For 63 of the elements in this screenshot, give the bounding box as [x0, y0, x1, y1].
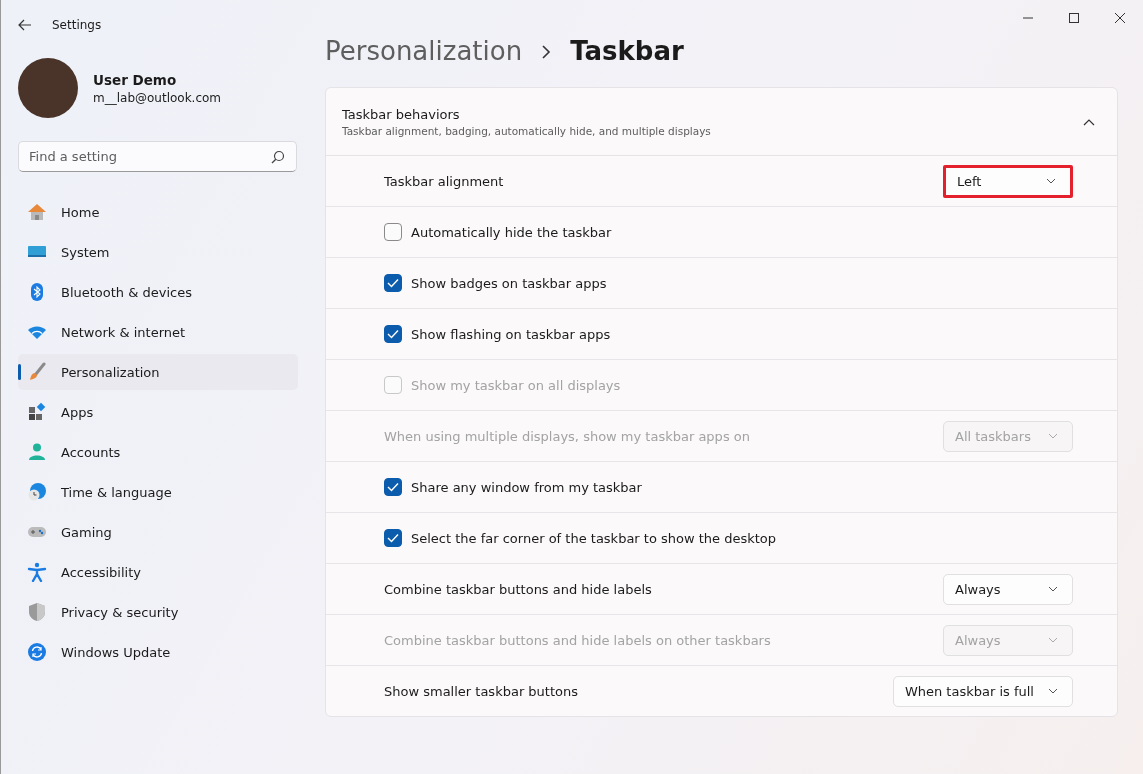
chevron-down-icon [1048, 586, 1058, 592]
setting-label: Taskbar alignment [384, 173, 504, 189]
apps-icon [27, 402, 47, 422]
section-subtitle: Taskbar alignment, badging, automatically hide, and multiple displays [342, 124, 712, 137]
setting-label: Combine taskbar buttons and hide labels [384, 581, 652, 597]
checkbox[interactable] [384, 325, 402, 343]
sidebar-item[interactable]: Apps [18, 394, 298, 430]
sidebar-item[interactable]: Time & language [18, 474, 298, 510]
checkbox-label: Show flashing on taskbar apps [411, 326, 611, 342]
checkbox-label: Share any window from my taskbar [411, 479, 642, 495]
paintbrush-icon [27, 362, 47, 382]
dropdown[interactable]: Always [943, 573, 1073, 605]
checkbox-label: Automatically hide the taskbar [411, 224, 612, 240]
maximize-icon [1068, 12, 1080, 24]
search-icon [271, 150, 285, 164]
accessibility-icon [27, 562, 47, 582]
chevron-down-icon [1048, 433, 1058, 439]
checkbox-label: Show my taskbar on all displays [411, 377, 621, 393]
person-icon [27, 442, 47, 462]
setting-label: Show smaller taskbar buttons [384, 683, 579, 699]
globe-clock-icon [27, 482, 47, 502]
checkmark-icon [387, 278, 399, 288]
sidebar-item[interactable]: Windows Update [18, 634, 298, 670]
dropdown[interactable]: Left [943, 164, 1073, 198]
checkbox[interactable] [384, 478, 402, 496]
shield-icon [27, 602, 47, 622]
house-icon [27, 202, 47, 222]
checkmark-icon [387, 482, 399, 492]
back-arrow-icon [18, 18, 32, 32]
chevron-down-icon [1048, 637, 1058, 643]
dropdown[interactable]: When taskbar is full [892, 675, 1073, 707]
checkbox-label: Show badges on taskbar apps [411, 275, 607, 291]
page-title: Taskbar [570, 36, 684, 66]
sidebar-item[interactable]: Accounts [18, 434, 298, 470]
checkmark-icon [387, 533, 399, 543]
chevron-down-icon [1048, 688, 1058, 694]
sidebar-item[interactable]: Gaming [18, 514, 298, 550]
checkmark-icon [387, 329, 399, 339]
sync-icon [27, 642, 47, 662]
sidebar-item[interactable]: Home [18, 194, 298, 230]
checkbox[interactable] [384, 274, 402, 292]
checkbox-label: Select the far corner of the taskbar to show the desktop [411, 530, 777, 546]
chevron-up-icon [1083, 117, 1095, 126]
chevron-down-icon [1046, 178, 1056, 184]
checkbox[interactable] [384, 529, 402, 547]
user-name: User Demo [93, 71, 178, 88]
avatar [18, 58, 78, 118]
window-title: Settings [52, 18, 102, 32]
checkbox[interactable] [384, 223, 402, 241]
setting-label: Combine taskbar buttons and hide labels on other taskbars [384, 632, 771, 648]
sidebar-item[interactable]: Network & internet [18, 314, 298, 350]
search-field[interactable]: Find a setting [18, 141, 297, 172]
sidebar-item[interactable]: Privacy & security [18, 594, 298, 630]
user-email: m__lab@outlook.com [93, 90, 222, 105]
sidebar-item[interactable]: Bluetooth & devices [18, 274, 298, 310]
breadcrumb-link[interactable]: Personalization [325, 36, 523, 66]
sidebar-item[interactable]: System [18, 234, 298, 270]
sidebar-item[interactable]: Accessibility [18, 554, 298, 590]
sidebar-item[interactable]: Personalization [18, 354, 298, 390]
close-icon [1114, 12, 1126, 24]
section-title: Taskbar behaviors [342, 106, 461, 122]
chevron-icon [540, 45, 553, 59]
setting-label: When using multiple displays, show my taskbar apps on [384, 428, 750, 444]
